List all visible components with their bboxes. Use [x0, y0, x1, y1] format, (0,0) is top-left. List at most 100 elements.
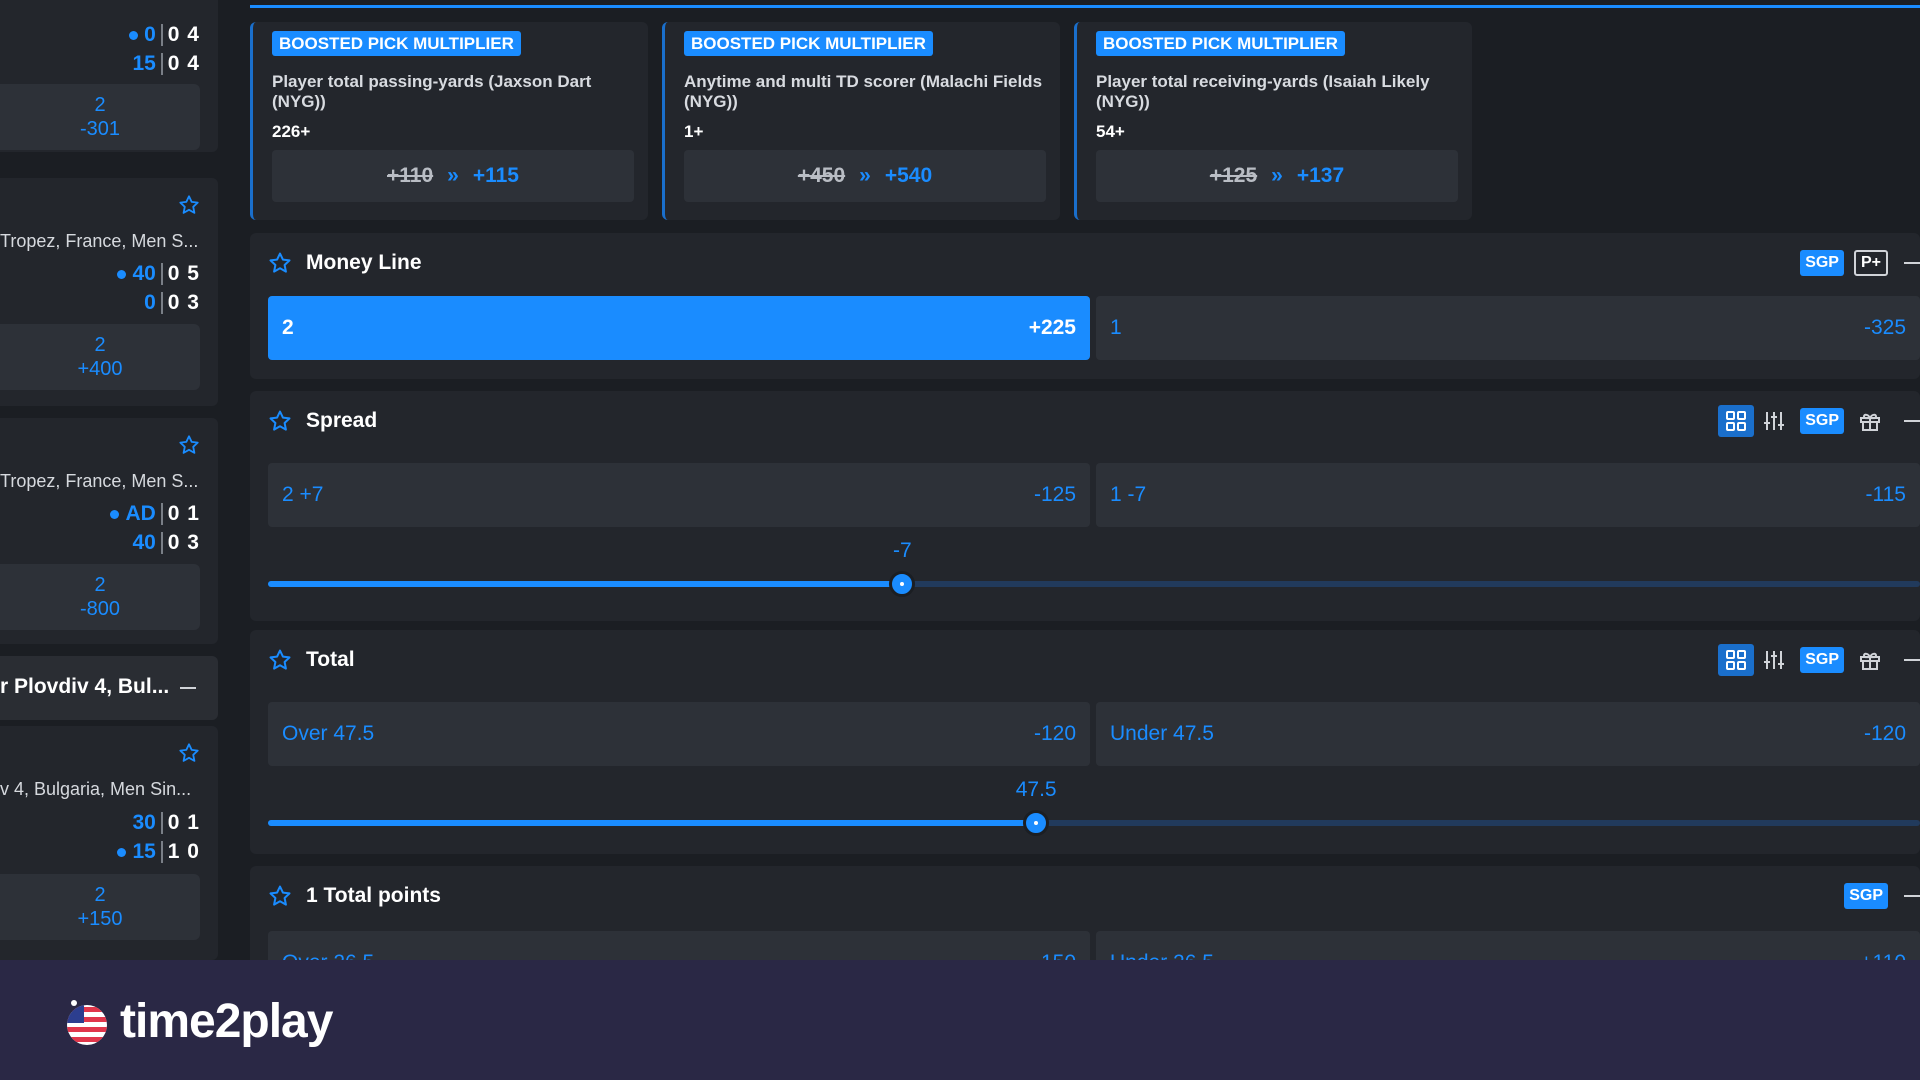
option-label: 2: [282, 316, 294, 339]
boosted-pick-card[interactable]: BOOSTED PICK MULTIPLIER Player total pas…: [250, 22, 648, 220]
collapse-minus-icon[interactable]: [1904, 262, 1920, 264]
market-title: Money Line: [306, 251, 422, 274]
option-odds: -120: [1863, 722, 1906, 745]
favorite-star-icon[interactable]: [268, 409, 292, 433]
odds-button[interactable]: 2 -800: [0, 564, 200, 630]
brand-footer: time2play: [0, 960, 1920, 1080]
boost-badge: BOOSTED PICK MULTIPLIER: [272, 31, 521, 56]
boost-price-button[interactable]: +450 » +540: [684, 150, 1046, 202]
point-score: 0: [144, 23, 156, 46]
slider-fill: [268, 820, 1037, 826]
brand-wordmark: time2play: [120, 995, 333, 1048]
boost-line: 54+: [1096, 122, 1125, 141]
collapse-minus-icon[interactable]: [180, 687, 196, 689]
market-header[interactable]: Total: [268, 645, 355, 675]
market-header[interactable]: Spread: [268, 406, 377, 436]
score-row: 0 0 4: [129, 22, 200, 48]
score-row: 40 0 5: [117, 261, 200, 287]
spread-slider-value: -7: [893, 539, 912, 562]
boost-line: 1+: [684, 122, 704, 141]
old-price: +450: [797, 164, 846, 187]
boosted-pick-card[interactable]: BOOSTED PICK MULTIPLIER Anytime and mult…: [662, 22, 1060, 220]
odds-button[interactable]: 2 +400: [0, 324, 200, 390]
sliders-icon: [1764, 412, 1785, 430]
score-row: 30 0 1: [132, 810, 200, 836]
grid-view-button[interactable]: [1718, 644, 1755, 676]
live-event-card[interactable]: Tropez, France, Men S... AD 0 1 40 0 3 2…: [0, 418, 218, 644]
live-event-card[interactable]: Tropez, France, Men S... 40 0 5 0 0 3 2 …: [0, 178, 218, 406]
live-event-card[interactable]: 0 0 4 15 0 4 2 -301: [0, 0, 218, 152]
collapse-minus-icon[interactable]: [1904, 420, 1920, 422]
gift-button[interactable]: [1852, 405, 1888, 437]
total-option-over[interactable]: Over 47.5 -120: [268, 702, 1090, 766]
old-price: +125: [1209, 164, 1258, 187]
option-label: 1: [1110, 316, 1122, 339]
old-price: +110: [387, 164, 434, 187]
favorite-star-icon[interactable]: [268, 648, 292, 672]
boost-description: Player total receiving-yards (Isaiah Lik…: [1096, 72, 1430, 111]
money-line-option-1[interactable]: 1 -325: [1096, 296, 1920, 360]
market-header[interactable]: 1 Total points: [268, 881, 441, 911]
option-odds: +225: [1028, 316, 1076, 339]
sgp-badge[interactable]: SGP: [1800, 647, 1844, 673]
odds-value: -301: [79, 118, 121, 140]
alt-lines-button[interactable]: [1756, 405, 1792, 437]
option-odds: -120: [1033, 722, 1076, 745]
point-score: 0: [144, 291, 156, 314]
boost-description: Anytime and multi TD scorer (Malachi Fie…: [684, 72, 1043, 111]
boost-price-button[interactable]: +110 » +115: [272, 150, 634, 202]
slider-fill: [268, 581, 903, 587]
sliders-icon: [1764, 651, 1785, 669]
sgp-badge[interactable]: SGP: [1800, 250, 1844, 276]
spread-line-slider[interactable]: [268, 571, 1920, 597]
option-label: 2 +7: [282, 483, 324, 506]
sgp-badge[interactable]: SGP: [1800, 408, 1844, 434]
market-tools: SGP: [1836, 881, 1920, 911]
favorite-star-icon[interactable]: [178, 742, 200, 764]
pplus-badge[interactable]: P+: [1853, 250, 1888, 276]
spread-option-team-1[interactable]: 1 -7 -115: [1096, 463, 1920, 527]
tournament-header[interactable]: r Plovdiv 4, Bul...: [0, 656, 218, 720]
match-title: Tropez, France, Men S...: [0, 231, 199, 251]
collapse-minus-icon[interactable]: [1904, 895, 1920, 897]
collapse-minus-icon[interactable]: [1904, 659, 1920, 661]
grid-view-button[interactable]: [1718, 405, 1755, 437]
alt-lines-button[interactable]: [1756, 644, 1792, 676]
brand-logo: time2play: [64, 994, 333, 1049]
total-option-under[interactable]: Under 47.5 -120: [1096, 702, 1920, 766]
spread-option-team-2[interactable]: 2 +7 -125: [268, 463, 1090, 527]
market-money-line: Money Line SGP P+ 2 +225 1 -325: [250, 233, 1920, 379]
selection-label: 2: [94, 884, 106, 906]
selection-label: 2: [94, 334, 106, 356]
market-header[interactable]: Money Line: [268, 248, 422, 278]
favorite-star-icon[interactable]: [178, 434, 200, 456]
odds-button[interactable]: 2 +150: [0, 874, 200, 940]
option-odds: -125: [1033, 483, 1076, 506]
match-title: v 4, Bulgaria, Men Sin...: [0, 779, 192, 799]
market-tools: SGP P+: [1792, 248, 1920, 278]
favorite-star-icon[interactable]: [178, 194, 200, 216]
market-spread: Spread SGP 2 +7 -125 1 -7 -115 -7: [250, 391, 1920, 621]
odds-value: -800: [79, 598, 121, 620]
boost-price-button[interactable]: +125 » +137: [1096, 150, 1458, 202]
point-score: 40: [132, 531, 156, 554]
game-score: 0 1: [167, 811, 200, 834]
favorite-star-icon[interactable]: [268, 884, 292, 908]
tournament-title: r Plovdiv 4, Bul...: [0, 675, 170, 698]
serve-indicator: [110, 509, 120, 519]
total-line-slider[interactable]: [268, 810, 1920, 836]
live-event-card[interactable]: v 4, Bulgaria, Men Sin... 30 0 1 15 1 0 …: [0, 726, 218, 960]
game-score: 0 4: [167, 52, 200, 75]
slider-handle[interactable]: [889, 571, 916, 597]
boosted-pick-card[interactable]: BOOSTED PICK MULTIPLIER Player total rec…: [1074, 22, 1472, 220]
slider-handle[interactable]: [1023, 810, 1050, 836]
favorite-star-icon[interactable]: [268, 251, 292, 275]
odds-button[interactable]: 2 -301: [0, 84, 200, 150]
money-line-option-2[interactable]: 2 +225: [268, 296, 1090, 360]
sgp-badge[interactable]: SGP: [1844, 883, 1888, 909]
us-flag-icon: [67, 999, 107, 1045]
market-tools: SGP: [1716, 644, 1920, 676]
section-divider: [250, 5, 1920, 8]
gift-button[interactable]: [1852, 644, 1888, 676]
new-price: +115: [472, 164, 519, 187]
